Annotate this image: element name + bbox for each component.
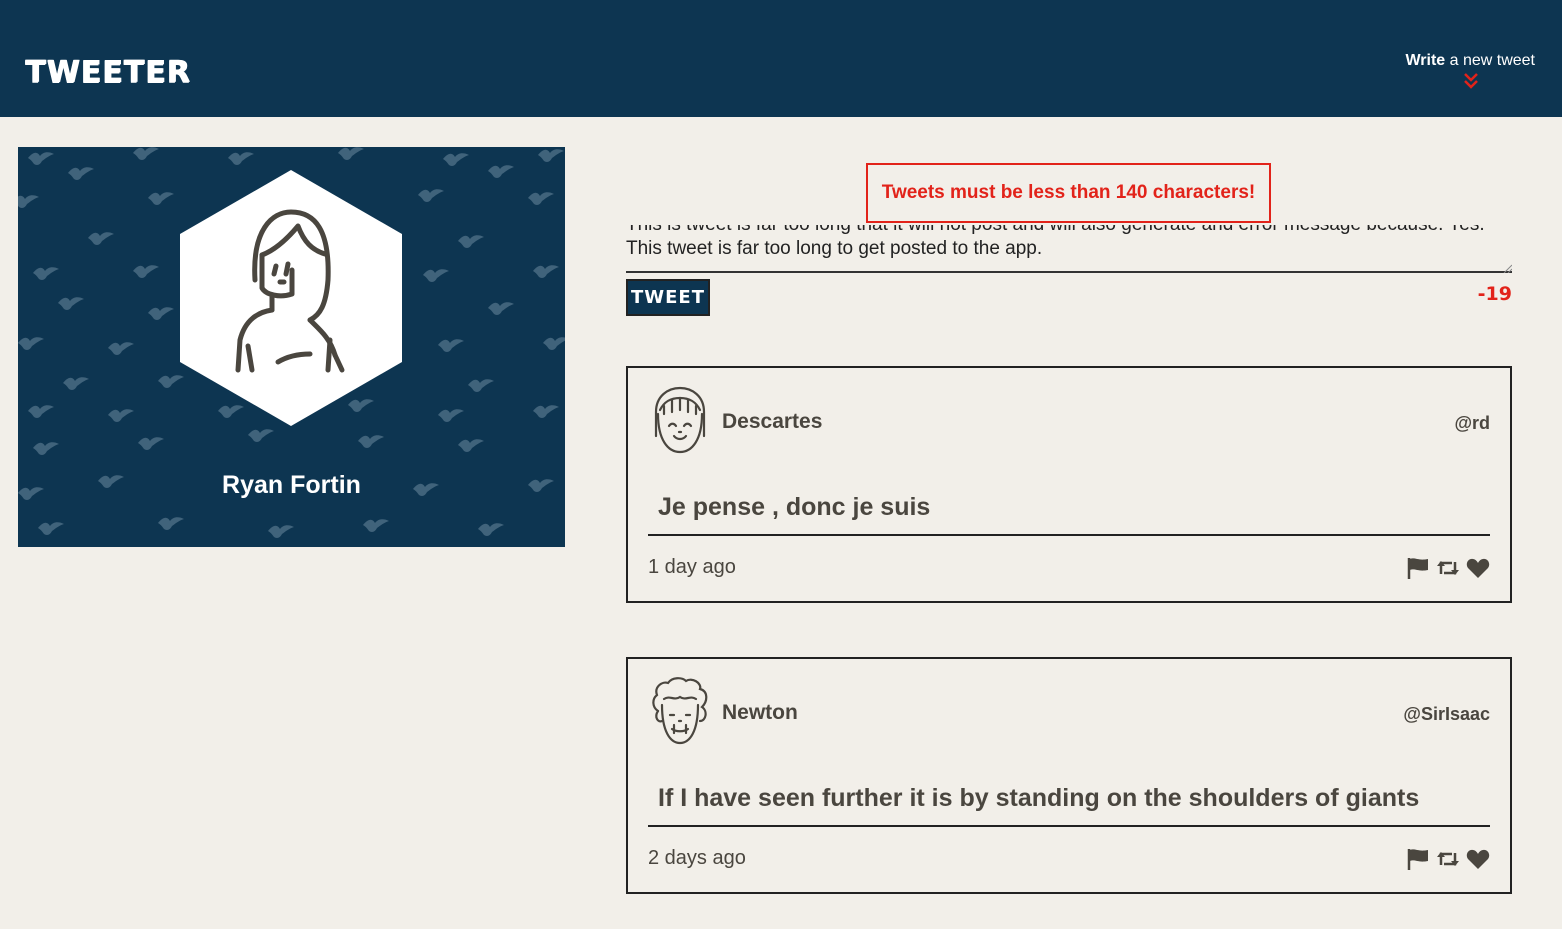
retweet-icon[interactable]: [1436, 847, 1460, 871]
flag-icon[interactable]: [1406, 556, 1430, 580]
tweet-card: Descartes @rd Je pense , donc je suis 1 …: [626, 366, 1512, 603]
tweet-text-line-1: This is tweet is far too long that it wi…: [626, 225, 1512, 237]
newton-avatar-icon: [652, 677, 708, 745]
tweet-author: Newton: [722, 701, 798, 724]
new-tweet-composer: Tweets must be less than 140 characters!…: [626, 147, 1512, 327]
tweet-content: Je pense , donc je suis: [648, 488, 1490, 536]
profile-avatar: [180, 170, 402, 426]
tweet-timestamp: 1 day ago: [648, 556, 736, 578]
error-message: Tweets must be less than 140 characters!: [866, 163, 1271, 223]
tweet-author: Descartes: [722, 410, 823, 433]
heart-icon[interactable]: [1466, 847, 1490, 871]
tweet-card: Newton @SirIsaac If I have seen further …: [626, 657, 1512, 894]
tweet-submit-button[interactable]: TWEET: [626, 279, 710, 316]
resize-handle-icon[interactable]: [1502, 263, 1512, 273]
compose-bold-label: Write: [1405, 52, 1446, 69]
tweet-text-line-2: This tweet is far too long to get posted…: [626, 238, 1043, 259]
tweet-textarea[interactable]: This is tweet is far too long that it wi…: [626, 225, 1512, 273]
profile-card: Ryan Fortin: [18, 147, 565, 547]
tweet-actions: [1406, 847, 1490, 871]
top-nav: TWEETER Write a new tweet: [0, 0, 1562, 117]
retweet-icon[interactable]: [1436, 556, 1460, 580]
tweet-handle: @rd: [1454, 413, 1490, 433]
brand-logo[interactable]: TWEETER: [25, 55, 191, 90]
compose-label: a new tweet: [1445, 52, 1535, 69]
write-new-tweet-toggle[interactable]: Write a new tweet: [1375, 52, 1535, 89]
tweet-timestamp: 2 days ago: [648, 847, 746, 869]
heart-icon[interactable]: [1466, 556, 1490, 580]
profile-name: Ryan Fortin: [222, 471, 361, 499]
descartes-avatar-icon: [654, 386, 706, 454]
tweet-actions: [1406, 556, 1490, 580]
tweet-handle: @SirIsaac: [1403, 704, 1490, 724]
flag-icon[interactable]: [1406, 847, 1430, 871]
chevron-down-icon: [1464, 73, 1478, 89]
tweet-content: If I have seen further it is by standing…: [648, 779, 1490, 827]
character-counter: -19: [1477, 283, 1512, 305]
